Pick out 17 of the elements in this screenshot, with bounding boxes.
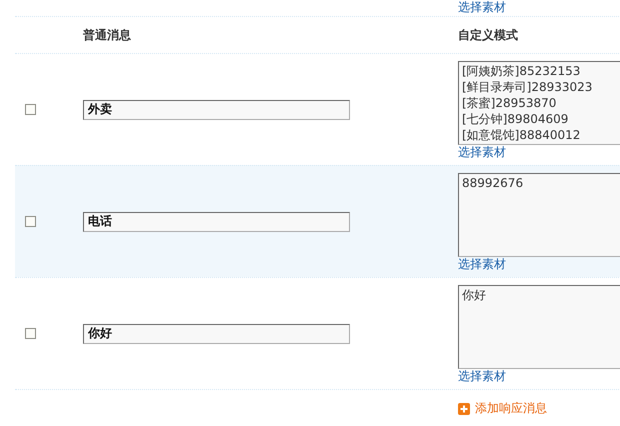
checkbox[interactable] [25, 216, 36, 227]
table-row[interactable]: 外卖 [阿姨奶茶]85232153 [鲜目录寿司]28933023 [茶蜜]28953870 [七分钟]89804609 [如意馄饨]88840012 选择素材 [15, 53, 620, 165]
select-material-link[interactable]: 选择素材 [458, 144, 506, 158]
keyword-field[interactable]: 电话 [83, 212, 350, 232]
checkbox[interactable] [25, 328, 36, 339]
column-header: 自定义模式 [458, 26, 519, 44]
select-material-link[interactable]: 选择素材 [458, 368, 506, 382]
reply-text-area[interactable]: 88992676 [458, 172, 620, 256]
table-row[interactable]: 电话 88992676 选择素材 [15, 165, 620, 277]
column-header: 普通消息 [83, 26, 132, 44]
keyword-field[interactable]: 外卖 [83, 100, 350, 120]
select-material-link[interactable]: 选择素材 [458, 256, 506, 270]
select-material-link[interactable]: 选择素材 [458, 0, 506, 14]
reply-text-area[interactable]: [阿姨奶茶]85232153 [鲜目录寿司]28933023 [茶蜜]28953870 [七分钟]89804609 [如意馄饨]88840012 [458, 60, 620, 144]
checkbox[interactable] [25, 104, 36, 115]
reply-text-area[interactable]: 你好 [458, 284, 620, 368]
plus-icon [458, 402, 470, 414]
